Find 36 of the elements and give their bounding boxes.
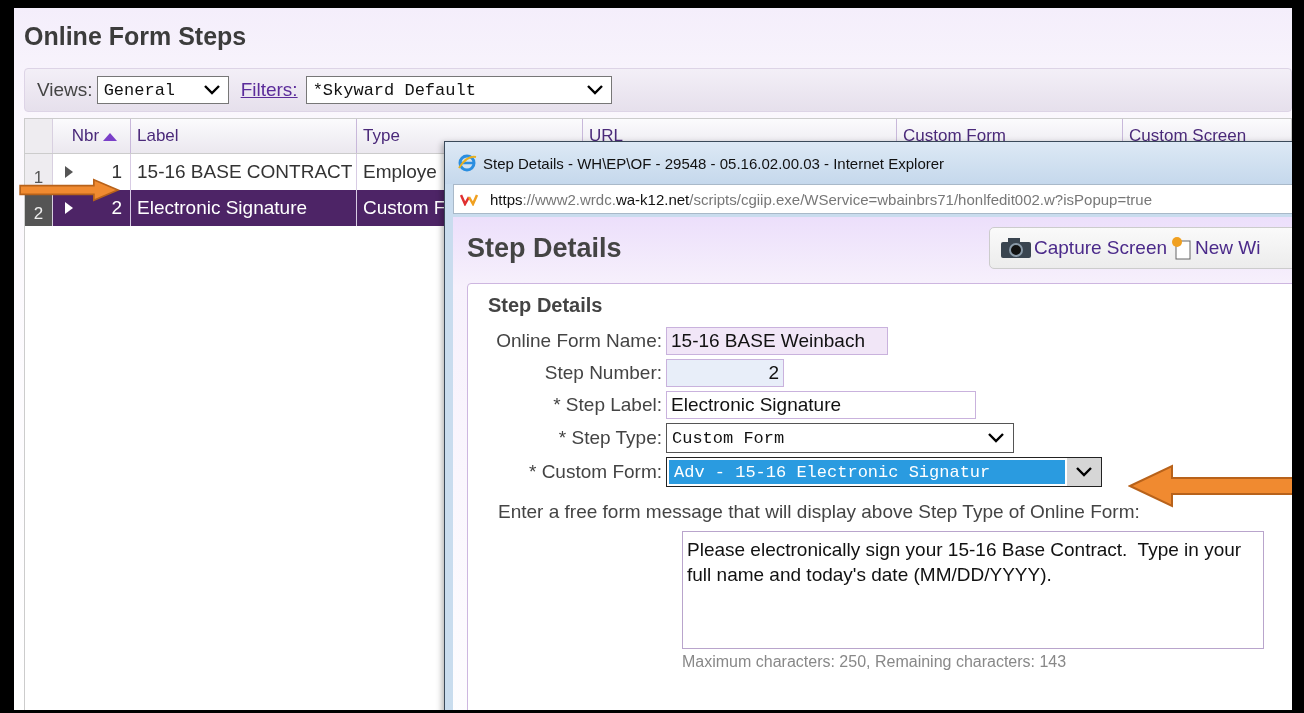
expand-icon [65, 166, 73, 178]
column-header[interactable]: Nbr [53, 119, 131, 153]
expand-icon [65, 202, 73, 214]
address-bar[interactable]: https://www2.wrdc.wa-k12.net/scripts/cgiip.exe/WService=wbainbrs71/honlfedit002.w?isPopup=true [453, 184, 1292, 214]
camera-icon [1000, 237, 1032, 259]
select-dropdown[interactable]: Custom Form [666, 423, 1014, 453]
table-cell: Electronic Signature [131, 190, 357, 226]
views-dropdown[interactable]: General [96, 76, 229, 104]
input-field[interactable]: Electronic Signature [666, 391, 976, 419]
filters-dropdown[interactable]: *Skyward Default [305, 76, 612, 104]
page-title: Online Form Steps [23, 21, 248, 52]
message-textarea[interactable]: Please electronically sign your 15-16 Base Contract. Type in your full name and today's date (MM/DD/YYYY). [682, 531, 1264, 649]
field-label: * Custom Form: [527, 461, 662, 483]
section-title: Step Details [488, 294, 604, 317]
character-count: Maximum characters: 250, Remaining characters: 143 [682, 653, 1068, 671]
message-label: Enter a free form message that will display above Step Type of Online Form: [498, 501, 1141, 523]
field-label: Step Number: [543, 362, 662, 384]
header-corner [25, 119, 53, 153]
column-header[interactable]: Label [131, 119, 357, 153]
sort-ascending-icon [103, 131, 118, 141]
filters-link[interactable]: Filters: [240, 79, 298, 101]
field-label: Online Form Name: [495, 330, 662, 352]
field-label: * Step Type: [557, 427, 662, 449]
capture-screen-button[interactable]: Capture Screen [1000, 237, 1168, 259]
dialog-heading: Step Details [467, 232, 622, 264]
new-window-icon [1171, 236, 1194, 260]
chevron-icon [988, 433, 1004, 443]
form-name-field: 15-16 BASE Weinbach [666, 327, 888, 355]
chevron-icon [586, 85, 603, 95]
chevron-icon [1076, 467, 1092, 477]
field-label: * Step Label: [552, 394, 662, 416]
chevron-icon [203, 85, 220, 95]
browser-icon [457, 153, 477, 173]
step-number-field: 2 [666, 359, 784, 387]
views-label: Views: [37, 79, 93, 101]
new-window-button[interactable]: New Wi [1171, 236, 1261, 260]
